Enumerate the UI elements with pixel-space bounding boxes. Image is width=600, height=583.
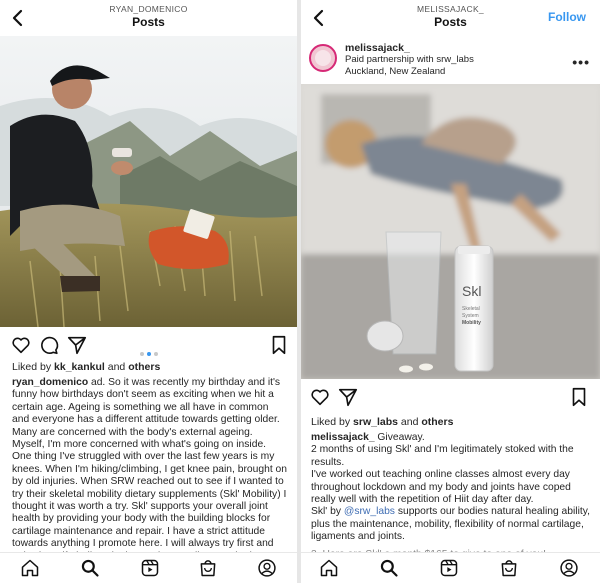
liked-by-others[interactable]: others [421,416,453,428]
mention-link[interactable]: @srw_labs [344,506,395,517]
home-icon[interactable] [319,558,339,578]
carousel-dot [154,352,158,356]
share-icon[interactable] [66,334,88,356]
post-actions-bar [301,386,600,410]
liked-by-prefix: Liked by [12,361,55,373]
search-icon[interactable] [80,558,100,578]
post-author[interactable]: melissajack_ [345,42,410,54]
liked-by-others[interactable]: others [128,361,160,373]
paid-partnership-line: Paid partnership with srw_labs [345,54,474,65]
product-brand-text: Skl [462,283,481,299]
partnership-prefix: Paid partnership with [345,54,437,65]
liked-by-prefix: Liked by [311,416,354,428]
yoga-product-image: Skl Skeletal System Mobility [301,84,600,379]
bottom-nav [0,552,297,583]
post-photo[interactable] [0,36,297,327]
reels-icon[interactable] [140,558,160,578]
avatar[interactable] [309,44,337,72]
post-caption: melissajack_ Giveaway. 2 months of using… [311,432,593,561]
caption-author[interactable]: melissajack_ [311,432,375,443]
shop-icon[interactable] [198,558,218,578]
post-header-bar: RYAN_DOMENICO Posts [0,0,297,36]
page-title: Posts [132,15,165,29]
bookmark-icon[interactable] [268,334,290,356]
right-post-panel: MELISSAJACK_ Posts Follow melissajack_ P… [301,0,600,583]
post-actions-bar [0,334,297,358]
profile-icon[interactable] [559,558,579,578]
bottom-nav [301,552,600,583]
partner-link[interactable]: srw_labs [436,54,474,65]
left-post-panel: RYAN_DOMENICO Posts Liked by kk_kankul a… [0,0,297,583]
caption-text-2: 2 months of using Skl' and I'm legitimat… [311,444,574,468]
product-line2-text: System [462,313,479,319]
liked-by-user[interactable]: kk_kankul [54,361,105,373]
header-username: RYAN_DOMENICO [109,4,188,14]
caption-text-4-prefix: Skl' by [311,506,344,518]
share-icon[interactable] [337,386,359,408]
search-icon[interactable] [379,558,399,578]
heart-icon[interactable] [10,334,32,356]
post-header-bar: MELISSAJACK_ Posts Follow [301,0,600,36]
caption-text-1: Giveaway. [374,432,425,443]
liked-by-line: Liked by kk_kankul and others [12,361,160,373]
liked-by-user[interactable]: srw_labs [353,416,398,428]
hiker-mountain-image [0,36,297,327]
carousel-dot-active [147,352,151,356]
post-photo[interactable]: Skl Skeletal System Mobility [301,84,600,379]
shop-icon[interactable] [499,558,519,578]
product-line3-text: Mobility [462,320,481,326]
carousel-indicator [140,343,161,361]
product-line1-text: Skeletal [462,306,480,312]
avatar-image [315,50,331,66]
bookmark-icon[interactable] [568,386,590,408]
post-location[interactable]: Auckland, New Zealand [345,66,445,77]
comment-icon[interactable] [38,334,60,356]
more-options-icon[interactable]: ••• [572,54,590,70]
liked-by-line: Liked by srw_labs and others [311,416,453,428]
profile-icon[interactable] [257,558,277,578]
follow-button[interactable]: Follow [548,10,586,24]
caption-text-3: I've worked out teaching online classes … [311,469,571,506]
reels-icon[interactable] [439,558,459,578]
liked-by-and: and [397,416,422,428]
heart-icon[interactable] [309,386,331,408]
liked-by-and: and [104,361,129,373]
carousel-dot [140,352,144,356]
home-icon[interactable] [20,558,40,578]
caption-author[interactable]: ryan_domenico [12,377,88,388]
